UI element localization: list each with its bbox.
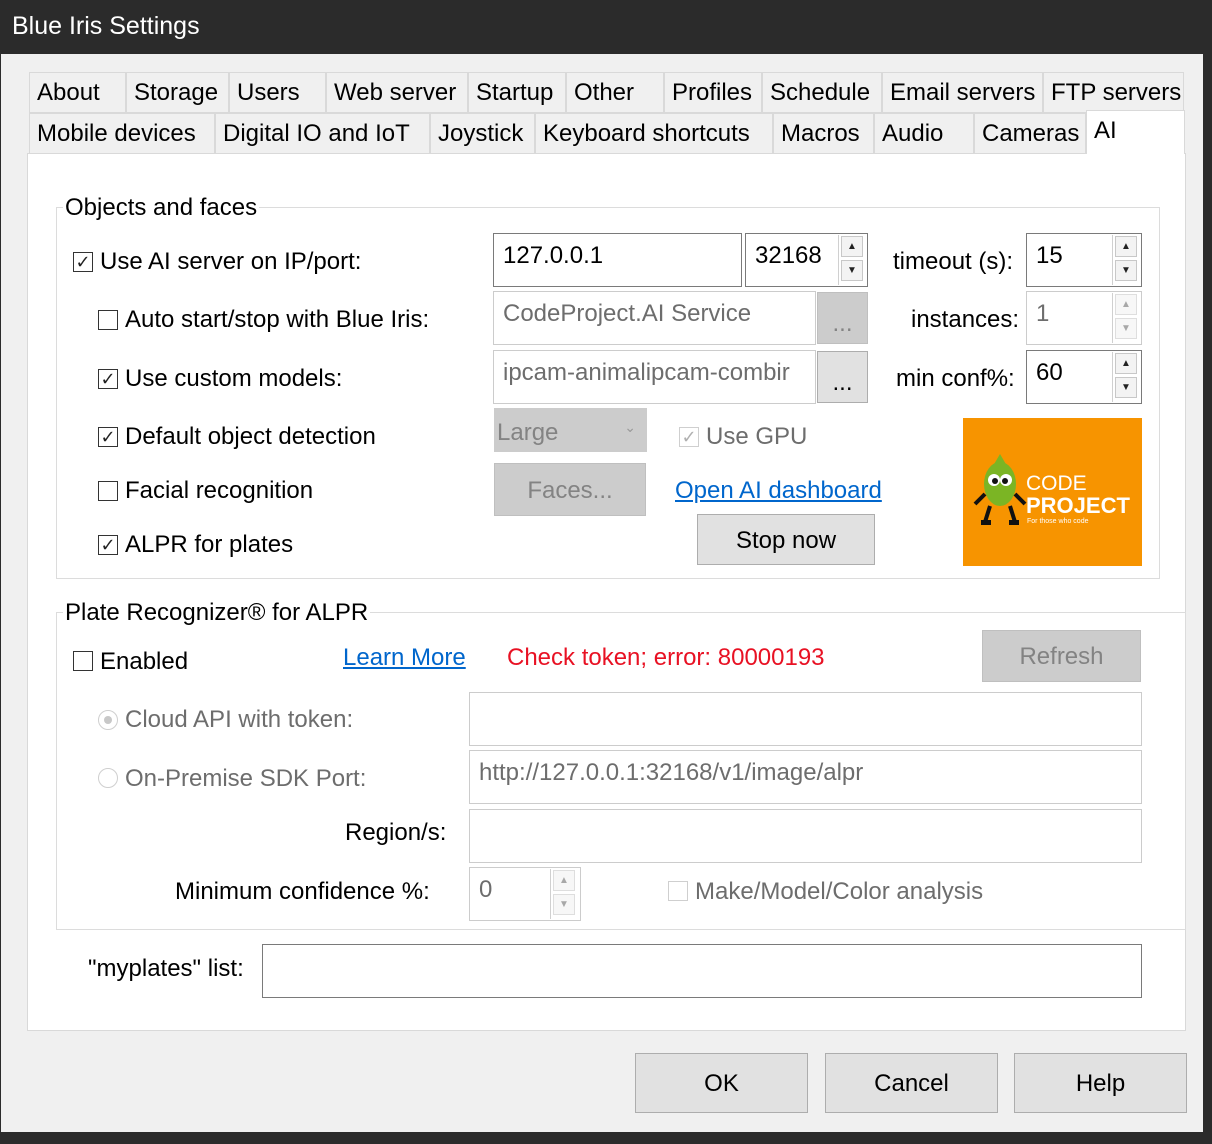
- tab-schedule[interactable]: Schedule: [762, 72, 882, 113]
- plate-min-conf-label: Minimum confidence %:: [175, 878, 430, 905]
- custom-models-input[interactable]: ipcam-animalipcam-combir: [493, 350, 816, 404]
- model-size-value: Large: [497, 419, 559, 446]
- on-premise-url-input[interactable]: http://127.0.0.1:32168/v1/image/alpr: [469, 750, 1142, 804]
- instances-label: instances:: [911, 306, 1020, 333]
- spin-down-icon[interactable]: ▼: [1115, 318, 1137, 339]
- open-ai-dashboard-link[interactable]: Open AI dashboard: [675, 477, 882, 505]
- mmc-analysis-checkbox[interactable]: [668, 881, 688, 901]
- on-premise-radio[interactable]: [98, 768, 118, 788]
- region-input[interactable]: [469, 809, 1142, 863]
- use-ai-server-checkbox[interactable]: ✓: [73, 252, 93, 272]
- plate-enabled-checkbox[interactable]: [73, 651, 93, 671]
- spin-down-icon[interactable]: ▼: [553, 894, 575, 915]
- learn-more-link[interactable]: Learn More: [343, 644, 466, 672]
- alpr-checkbox[interactable]: ✓: [98, 535, 118, 555]
- spin-up-icon[interactable]: ▲: [1115, 294, 1137, 315]
- cloud-api-radio[interactable]: [98, 710, 118, 730]
- ok-button[interactable]: OK: [635, 1053, 808, 1113]
- token-status-text: Check token; error: 80000193: [507, 644, 825, 671]
- tab-web-server[interactable]: Web server: [326, 72, 468, 113]
- custom-models-label: Use custom models:: [125, 365, 343, 392]
- tab-profiles[interactable]: Profiles: [664, 72, 762, 113]
- region-label: Region/s:: [345, 819, 447, 846]
- mmc-analysis-label: Make/Model/Color analysis: [695, 878, 984, 905]
- spin-down-icon[interactable]: ▼: [1115, 260, 1137, 281]
- refresh-button[interactable]: Refresh: [982, 630, 1141, 682]
- logo-tagline: For those who code: [1027, 518, 1089, 525]
- tab-cameras[interactable]: Cameras: [974, 113, 1086, 154]
- spin-up-icon[interactable]: ▲: [841, 236, 863, 257]
- default-detection-label: Default object detection: [125, 423, 376, 450]
- faces-button[interactable]: Faces...: [494, 463, 646, 516]
- myplates-label: "myplates" list:: [88, 955, 244, 982]
- tab-digital-io-iot[interactable]: Digital IO and IoT: [215, 113, 430, 154]
- codeproject-logo: CODE PROJECT For those who code: [963, 418, 1142, 566]
- models-browse-button[interactable]: ...: [817, 351, 868, 403]
- chevron-down-icon: ⌄: [624, 419, 636, 435]
- cancel-button[interactable]: Cancel: [825, 1053, 998, 1113]
- window-title: Blue Iris Settings: [12, 12, 200, 40]
- alpr-label: ALPR for plates: [125, 531, 294, 558]
- tab-about[interactable]: About: [29, 72, 126, 113]
- service-browse-button[interactable]: ...: [817, 292, 868, 344]
- use-ai-server-label: Use AI server on IP/port:: [100, 248, 362, 275]
- use-gpu-checkbox[interactable]: ✓: [679, 427, 699, 447]
- stop-now-button[interactable]: Stop now: [697, 514, 875, 565]
- tab-mobile-devices[interactable]: Mobile devices: [29, 113, 215, 154]
- tab-other[interactable]: Other: [566, 72, 664, 113]
- ai-server-ip-input[interactable]: 127.0.0.1: [493, 233, 742, 287]
- tab-keyboard-shortcuts[interactable]: Keyboard shortcuts: [535, 113, 773, 154]
- spin-down-icon[interactable]: ▼: [841, 260, 863, 281]
- help-button[interactable]: Help: [1014, 1053, 1187, 1113]
- objects-faces-title: Objects and faces: [63, 194, 260, 222]
- logo-text-project: PROJECT: [1026, 493, 1130, 518]
- cloud-token-input[interactable]: [469, 692, 1142, 746]
- instances-spinner[interactable]: ▲ ▼: [1112, 293, 1140, 343]
- tab-joystick[interactable]: Joystick: [430, 113, 535, 154]
- plate-min-conf-spinner[interactable]: ▲ ▼: [550, 869, 578, 919]
- auto-start-checkbox[interactable]: [98, 310, 118, 330]
- tab-ai[interactable]: AI: [1086, 110, 1185, 154]
- tab-audio[interactable]: Audio: [874, 113, 974, 154]
- facial-recognition-checkbox[interactable]: [98, 481, 118, 501]
- timeout-label: timeout (s):: [893, 248, 1014, 275]
- tab-email-servers[interactable]: Email servers: [882, 72, 1043, 113]
- spin-down-icon[interactable]: ▼: [1115, 377, 1137, 398]
- plate-recognizer-title: Plate Recognizer® for ALPR: [63, 599, 371, 627]
- tab-ftp-servers[interactable]: FTP servers: [1043, 72, 1184, 113]
- myplates-input[interactable]: [262, 944, 1142, 998]
- model-size-select[interactable]: Large ⌄: [494, 408, 647, 452]
- min-conf-spinner[interactable]: ▲ ▼: [1112, 352, 1140, 402]
- port-spinner[interactable]: ▲ ▼: [838, 235, 866, 285]
- tab-startup[interactable]: Startup: [468, 72, 566, 113]
- ai-service-input[interactable]: CodeProject.AI Service: [493, 291, 816, 345]
- spin-up-icon[interactable]: ▲: [1115, 353, 1137, 374]
- tab-users[interactable]: Users: [229, 72, 326, 113]
- use-gpu-label: Use GPU: [706, 423, 808, 450]
- spin-up-icon[interactable]: ▲: [553, 870, 575, 891]
- on-premise-label: On-Premise SDK Port:: [125, 765, 367, 792]
- tab-macros[interactable]: Macros: [773, 113, 874, 154]
- default-detection-checkbox[interactable]: ✓: [98, 427, 118, 447]
- cloud-api-label: Cloud API with token:: [125, 706, 354, 733]
- custom-models-checkbox[interactable]: ✓: [98, 369, 118, 389]
- auto-start-label: Auto start/stop with Blue Iris:: [125, 306, 430, 333]
- tab-storage[interactable]: Storage: [126, 72, 229, 113]
- timeout-spinner[interactable]: ▲ ▼: [1112, 235, 1140, 285]
- spin-up-icon[interactable]: ▲: [1115, 236, 1137, 257]
- facial-recognition-label: Facial recognition: [125, 477, 314, 504]
- plate-enabled-label: Enabled: [100, 648, 189, 675]
- min-conf-label: min conf%:: [896, 365, 1015, 392]
